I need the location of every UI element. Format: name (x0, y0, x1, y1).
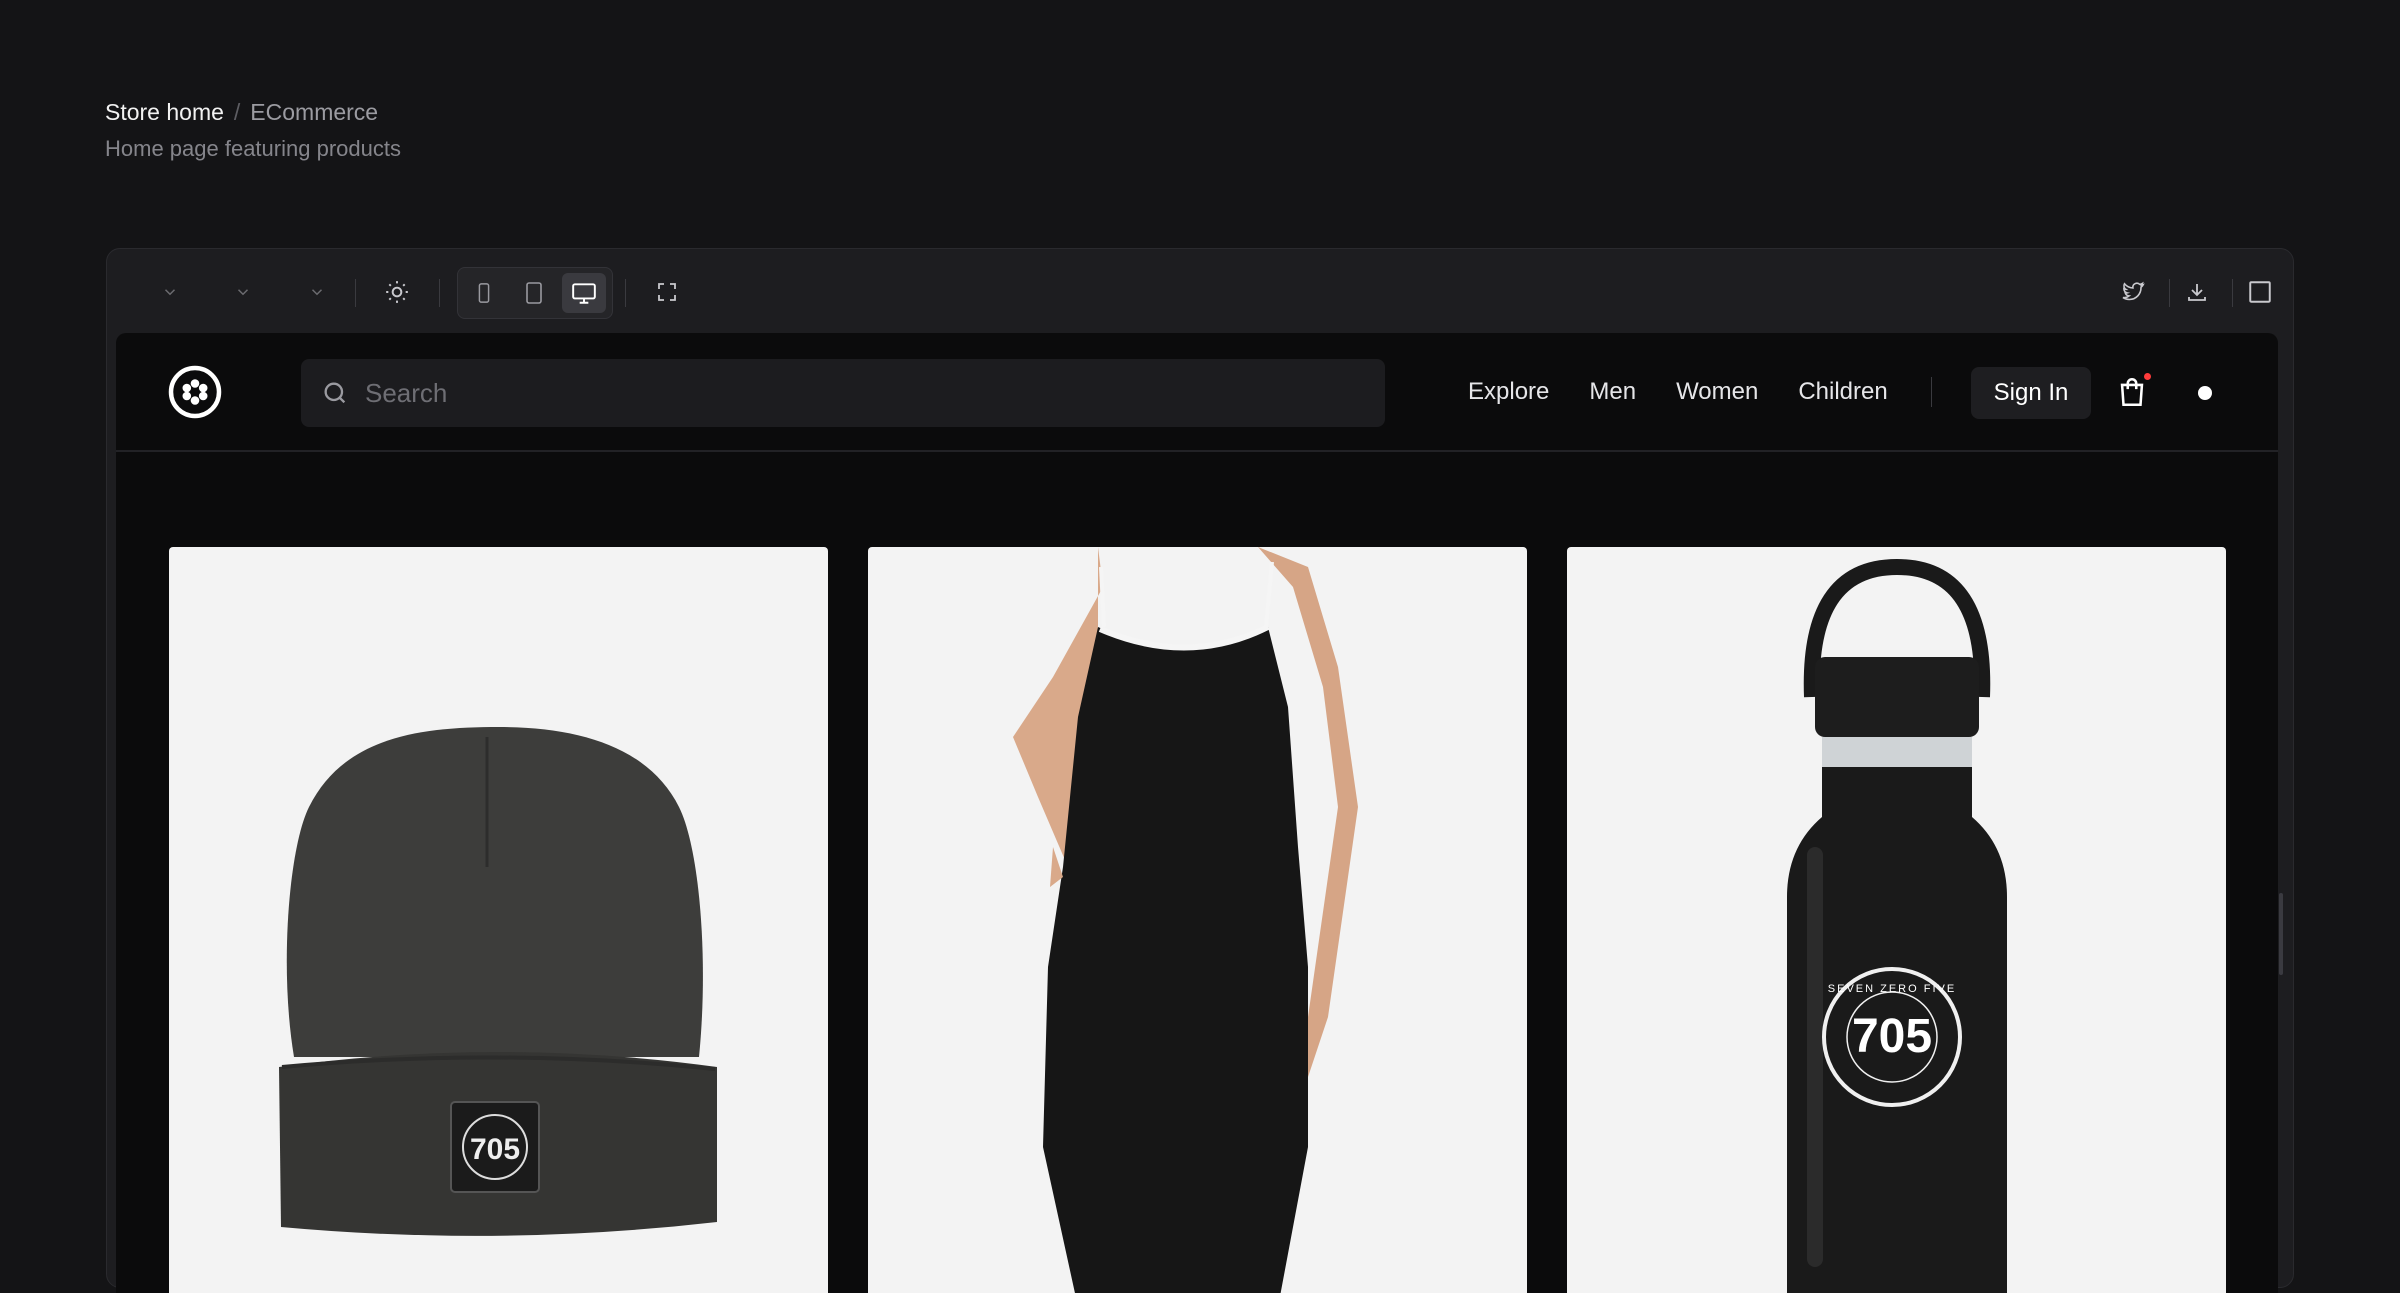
twitter-icon (2122, 281, 2145, 301)
preview-frame: Explore Men Women Children Sign In (106, 248, 2294, 1293)
dress-image (1013, 547, 1358, 1293)
desktop-icon (572, 283, 596, 304)
toolbar-divider (355, 279, 356, 307)
expand-icon (658, 283, 676, 301)
bottle-image: 705 SEVEN ZERO FIVE (1787, 558, 2007, 1293)
page-subtitle: Home page featuring products (105, 136, 401, 161)
bottle-badge-text: 705 (1852, 1010, 1932, 1063)
tablet-icon (526, 282, 542, 304)
breadcrumb-separator: / (233, 98, 241, 125)
fullscreen-button[interactable] (647, 273, 687, 311)
product-card-bottle[interactable]: 705 SEVEN ZERO FIVE (1567, 547, 2226, 1293)
mobile-icon (478, 283, 490, 303)
store-search (301, 359, 1385, 427)
panel-icon (2249, 281, 2271, 303)
nav-link-women[interactable]: Women (1676, 378, 1758, 406)
store-logo-icon[interactable] (168, 365, 222, 419)
mobile-view-button[interactable] (462, 273, 506, 313)
nav-link-explore[interactable]: Explore (1468, 378, 1549, 406)
toolbar-divider (2232, 279, 2233, 307)
toolbar-divider (439, 279, 440, 307)
page-header: Store home / ECommerce Home page featuri… (105, 96, 401, 162)
breadcrumb-store-home[interactable]: Store home (105, 99, 224, 126)
tablet-view-button[interactable] (512, 273, 556, 313)
chevron-down-icon (237, 289, 249, 296)
theme-toggle-button[interactable] (377, 273, 417, 311)
store-nav-links: Explore Men Women Children (1468, 369, 1888, 415)
toolbar-divider (625, 279, 626, 307)
chevron-down-icon (164, 289, 176, 296)
dropdown-1-button[interactable] (150, 273, 190, 311)
beanie-badge-text: 705 (470, 1133, 520, 1166)
desktop-view-button[interactable] (562, 273, 606, 313)
preview-toolbar (107, 249, 2293, 335)
nav-link-children[interactable]: Children (1798, 378, 1887, 406)
device-switcher (457, 267, 613, 319)
avatar[interactable] (2198, 386, 2212, 400)
breadcrumb: Store home / ECommerce (105, 96, 401, 128)
store-navbar: Explore Men Women Children Sign In (116, 333, 2278, 452)
product-card-dress[interactable] (868, 547, 1527, 1293)
nav-link-men[interactable]: Men (1589, 378, 1636, 406)
search-input[interactable] (363, 376, 1267, 410)
download-button[interactable] (2177, 273, 2217, 311)
scrollbar[interactable] (2279, 893, 2283, 975)
toolbar-divider (2169, 279, 2170, 307)
dropdown-3-button[interactable] (297, 273, 337, 311)
beanie-image: 705 (279, 727, 717, 1236)
chevron-down-icon (311, 289, 323, 296)
product-card-beanie[interactable]: 705 (169, 547, 828, 1293)
panel-toggle-button[interactable] (2240, 273, 2280, 311)
search-icon (324, 382, 346, 404)
shopping-bag-icon (2120, 377, 2144, 407)
nav-divider (1931, 377, 1932, 407)
bottle-badge-ring-text: SEVEN ZERO FIVE (1828, 983, 1956, 995)
cart-button[interactable] (2115, 373, 2151, 409)
cart-notification-dot (2144, 373, 2151, 380)
dropdown-2-button[interactable] (223, 273, 263, 311)
breadcrumb-current: ECommerce (250, 98, 379, 125)
download-icon (2188, 284, 2206, 301)
twitter-share-button[interactable] (2113, 273, 2153, 311)
sign-in-button[interactable]: Sign In (1971, 367, 2091, 419)
store-viewport: Explore Men Women Children Sign In (116, 333, 2278, 1293)
sun-icon (386, 281, 408, 303)
